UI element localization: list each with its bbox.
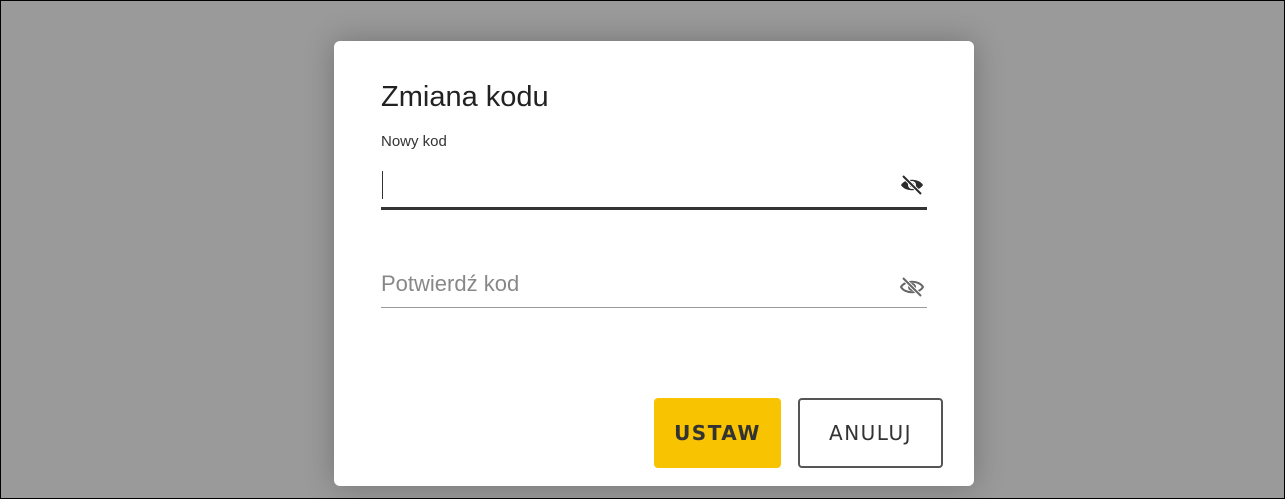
eye-off-icon[interactable] [899,174,925,196]
dialog-title: Zmiana kodu [381,81,549,113]
set-button[interactable]: USTAW [654,398,781,468]
cancel-button[interactable]: ANULUJ [798,398,943,468]
text-caret [382,171,383,199]
confirm-code-input[interactable] [381,264,887,304]
confirm-code-underline [381,307,927,308]
confirm-code-field [381,246,927,308]
new-code-underline [381,207,927,210]
new-code-input[interactable] [381,165,887,205]
new-code-field: Nowy kod [381,131,927,211]
eye-off-icon[interactable] [899,276,925,298]
new-code-label: Nowy kod [381,133,447,150]
change-code-dialog: Zmiana kodu Nowy kod USTAW ANULUJ [334,41,974,486]
screen-frame: Zmiana kodu Nowy kod USTAW ANULUJ [0,0,1285,499]
